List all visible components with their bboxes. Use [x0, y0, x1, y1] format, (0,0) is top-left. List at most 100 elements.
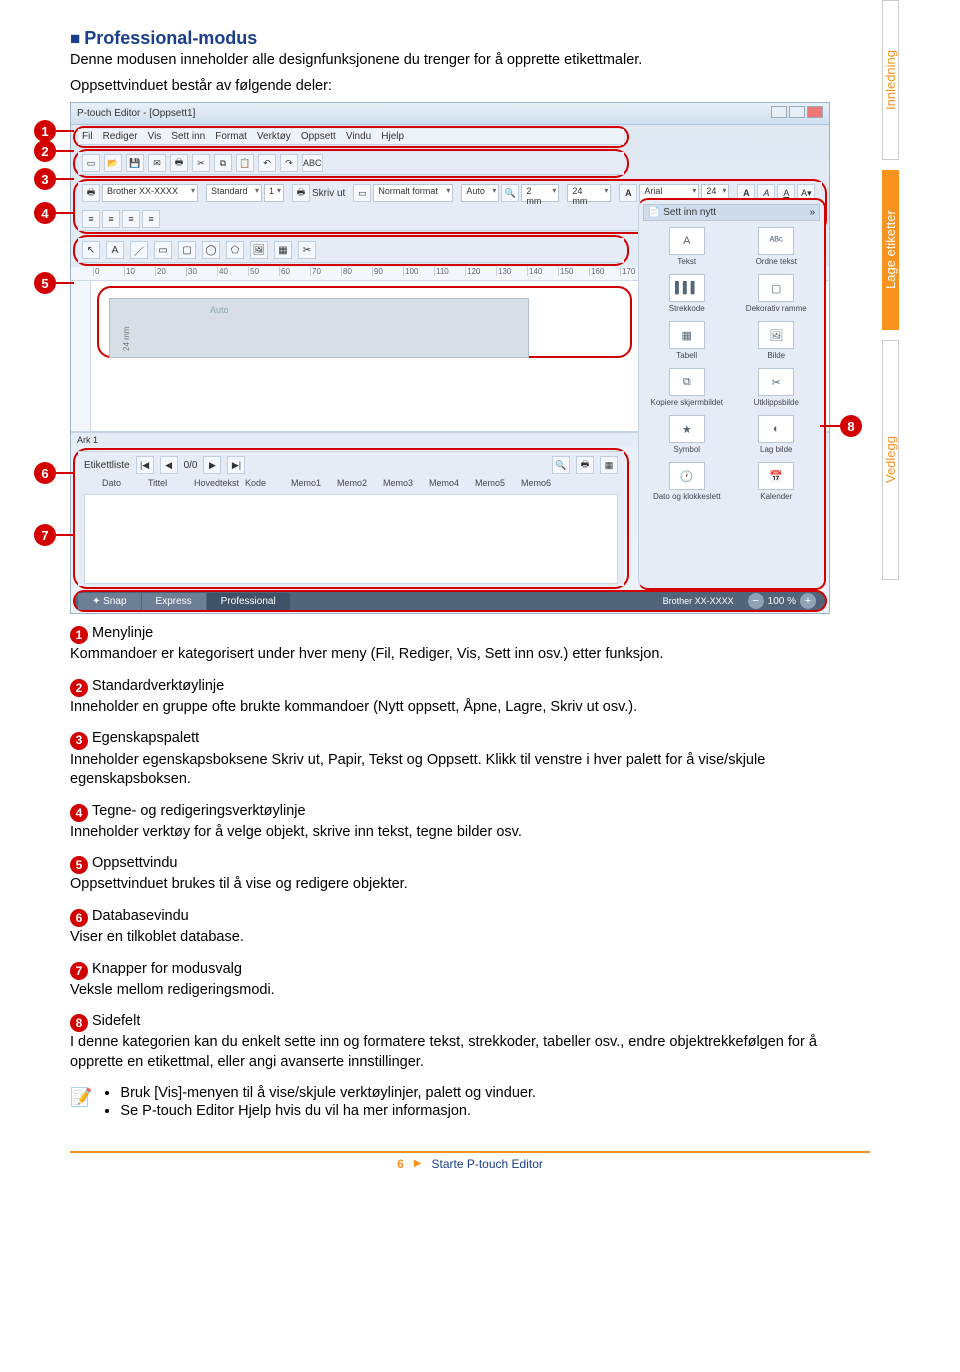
- tab-innledning[interactable]: Innledning: [882, 0, 899, 160]
- db-col-memo6[interactable]: Memo6: [521, 478, 561, 488]
- sp-kopiere[interactable]: ⧉Kopiere skjermbildet: [643, 366, 731, 409]
- sp-utklipp[interactable]: ✂Utklippsbilde: [733, 366, 821, 409]
- standard-select[interactable]: Standard: [206, 184, 262, 202]
- zoom-in-icon[interactable]: +: [800, 593, 816, 609]
- side-panel: 📄 Sett inn nytt» ATekst ᴬᴮᶜOrdne tekst ▌…: [638, 198, 826, 590]
- label-auto: Auto: [210, 305, 229, 315]
- line-tool-icon[interactable]: ／: [130, 241, 148, 259]
- pointer-icon[interactable]: ↖: [82, 241, 100, 259]
- sp-kalender[interactable]: 📅Kalender: [733, 460, 821, 503]
- db-rows[interactable]: [84, 494, 618, 584]
- label-preview: 24 mm Auto: [109, 298, 529, 358]
- poly-tool-icon[interactable]: ⬠: [226, 241, 244, 259]
- align-left-icon[interactable]: ≡: [82, 210, 100, 228]
- callout-2: 2: [34, 140, 56, 162]
- menu-rediger[interactable]: Rediger: [103, 131, 138, 142]
- open-icon[interactable]: 📂: [104, 154, 122, 172]
- tab-lage-etiketter[interactable]: Lage etiketter: [882, 170, 899, 330]
- tab-vedlegg[interactable]: Vedlegg: [882, 340, 899, 580]
- db-prev-icon[interactable]: ◀: [160, 456, 178, 474]
- rect-tool-icon[interactable]: ▭: [154, 241, 172, 259]
- note-1: Bruk [Vis]-menyen til å vise/skjule verk…: [120, 1085, 536, 1101]
- new-icon[interactable]: ▭: [82, 154, 100, 172]
- db-col-memo4[interactable]: Memo4: [429, 478, 469, 488]
- menu-oppsett[interactable]: Oppsett: [301, 131, 336, 142]
- auto-select[interactable]: Auto: [461, 184, 499, 202]
- sp-tekst[interactable]: ATekst: [643, 225, 731, 268]
- chevron-right-icon[interactable]: »: [809, 207, 815, 218]
- sp-strekkode[interactable]: ▌▌▌Strekkode: [643, 272, 731, 315]
- copy-icon[interactable]: ⧉: [214, 154, 232, 172]
- text-a-icon[interactable]: A: [619, 184, 637, 202]
- mode-professional[interactable]: Professional: [207, 593, 290, 610]
- intro-text-2: Oppsettvinduet består av følgende deler:: [70, 77, 870, 97]
- window-buttons[interactable]: [769, 106, 823, 121]
- format-select[interactable]: Normalt format: [373, 184, 453, 202]
- frame-tool-icon[interactable]: ▦: [274, 241, 292, 259]
- height-select[interactable]: 24 mm: [567, 184, 611, 202]
- align-just-icon[interactable]: ≡: [142, 210, 160, 228]
- database-window[interactable]: Etikettliste |◀ ◀ 0/0 ▶ ▶| 🔍 🖶 ▦ Dato Ti…: [78, 451, 624, 586]
- copies-field[interactable]: 1: [264, 184, 284, 202]
- image-tool-icon[interactable]: 🖼: [250, 241, 268, 259]
- menu-fil[interactable]: Fil: [82, 131, 93, 142]
- cut-icon[interactable]: ✂: [192, 154, 210, 172]
- db-col-hovedtekst[interactable]: Hovedtekst: [194, 478, 239, 488]
- ellipse-tool-icon[interactable]: ◯: [202, 241, 220, 259]
- db-print-icon[interactable]: 🖶: [576, 456, 594, 474]
- db-col-memo3[interactable]: Memo3: [383, 478, 423, 488]
- db-col-memo1[interactable]: Memo1: [291, 478, 331, 488]
- db-grid-icon[interactable]: ▦: [600, 456, 618, 474]
- db-next-icon[interactable]: ▶: [203, 456, 221, 474]
- redo-icon[interactable]: ↷: [280, 154, 298, 172]
- menu-format[interactable]: Format: [215, 131, 247, 142]
- footer-crumb: Starte P-touch Editor: [432, 1157, 543, 1171]
- sp-bilde[interactable]: 🖼Bilde: [733, 319, 821, 362]
- sp-symbol[interactable]: ★Symbol: [643, 413, 731, 456]
- menu-verktoy[interactable]: Verktøy: [257, 131, 291, 142]
- align-center-icon[interactable]: ≡: [102, 210, 120, 228]
- mode-snap[interactable]: ✦ Snap: [78, 593, 141, 610]
- align-right-icon[interactable]: ≡: [122, 210, 140, 228]
- paste-icon[interactable]: 📋: [236, 154, 254, 172]
- screenshot-tool-icon[interactable]: ✂: [298, 241, 316, 259]
- print-icon[interactable]: 🖶: [170, 154, 188, 172]
- printer-icon[interactable]: 🖶: [82, 184, 100, 202]
- db-col-dato[interactable]: Dato: [102, 478, 142, 488]
- db-col-kode[interactable]: Kode: [245, 478, 285, 488]
- margin-field[interactable]: 2 mm: [521, 184, 559, 202]
- zoom-icon[interactable]: 🔍: [501, 184, 519, 202]
- rrect-tool-icon[interactable]: ▢: [178, 241, 196, 259]
- text-tool-icon[interactable]: A: [106, 241, 124, 259]
- menu-vis[interactable]: Vis: [148, 131, 162, 142]
- draw-toolbar[interactable]: ↖ A ／ ▭ ▢ ◯ ⬠ 🖼 ▦ ✂: [78, 238, 624, 263]
- sp-dato[interactable]: 🕐Dato og klokkeslett: [643, 460, 731, 503]
- mail-icon[interactable]: ✉: [148, 154, 166, 172]
- menu-vindu[interactable]: Vindu: [346, 131, 371, 142]
- save-icon[interactable]: 💾: [126, 154, 144, 172]
- menu-settinn[interactable]: Sett inn: [171, 131, 205, 142]
- printer-select[interactable]: Brother XX-XXXX: [102, 184, 198, 202]
- screenshot-wrapper: 1 2 3 4 5 6 7 P-touch Editor - [Oppsett1…: [70, 102, 870, 1120]
- sidepanel-header[interactable]: 📄 Sett inn nytt»: [643, 204, 820, 221]
- menubar[interactable]: Fil Rediger Vis Sett inn Format Verktøy …: [78, 129, 624, 145]
- paper-icon[interactable]: ▭: [353, 184, 371, 202]
- undo-icon[interactable]: ↶: [258, 154, 276, 172]
- db-last-icon[interactable]: ▶|: [227, 456, 245, 474]
- sp-lagbilde[interactable]: ◐Lag bilde: [733, 413, 821, 456]
- mode-express[interactable]: Express: [142, 593, 206, 610]
- db-col-memo2[interactable]: Memo2: [337, 478, 377, 488]
- abc-button[interactable]: ABC: [302, 154, 323, 172]
- db-col-tittel[interactable]: Tittel: [148, 478, 188, 488]
- sp-tabell[interactable]: ▦Tabell: [643, 319, 731, 362]
- sp-ordnetekst[interactable]: ᴬᴮᶜOrdne tekst: [733, 225, 821, 268]
- print-button[interactable]: 🖶: [292, 184, 310, 202]
- standard-toolbar[interactable]: ▭ 📂 💾 ✉ 🖶 ✂ ⧉ 📋 ↶ ↷ ABC: [78, 152, 624, 175]
- db-col-memo5[interactable]: Memo5: [475, 478, 515, 488]
- section-title: ■Professional-modus: [70, 28, 870, 49]
- zoom-out-icon[interactable]: −: [748, 593, 764, 609]
- sp-ramme[interactable]: ▢Dekorativ ramme: [733, 272, 821, 315]
- menu-hjelp[interactable]: Hjelp: [381, 131, 404, 142]
- db-first-icon[interactable]: |◀: [136, 456, 154, 474]
- db-zoom-icon[interactable]: 🔍: [552, 456, 570, 474]
